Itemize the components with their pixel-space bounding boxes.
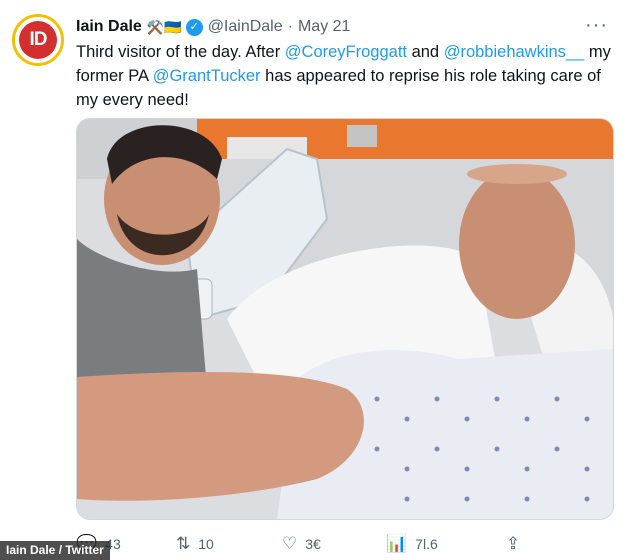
tweet-text: Third visitor of the day. After @CoreyFr… bbox=[76, 40, 616, 112]
more-options-icon[interactable]: ··· bbox=[585, 14, 608, 37]
tweet-actions: 💬 43 ⇅ 10 ♡ 3€ 📊 7l.6 ⇪ bbox=[76, 530, 616, 560]
avatar[interactable]: ID bbox=[12, 14, 64, 66]
mention-link[interactable]: @CoreyFroggatt bbox=[285, 43, 407, 61]
image-credit: Iain Dale / Twitter bbox=[0, 541, 110, 560]
author-handle[interactable]: @IainDale bbox=[208, 18, 283, 36]
views-button[interactable]: 📊 7l.6 bbox=[386, 534, 438, 554]
author-emoji: ⚒️🇺🇦 bbox=[146, 18, 182, 35]
tweet-text-segment: and bbox=[407, 43, 444, 61]
tweet-date[interactable]: May 21 bbox=[298, 18, 350, 36]
hospital-selfie-image bbox=[77, 119, 613, 519]
like-button[interactable]: ♡ 3€ bbox=[282, 534, 321, 554]
retweet-button[interactable]: ⇅ 10 bbox=[176, 534, 214, 554]
separator-dot: · bbox=[287, 18, 293, 35]
mention-link[interactable]: @GrantTucker bbox=[153, 67, 261, 85]
avatar-logo: ID bbox=[19, 21, 57, 59]
tweet-text-segment: Third visitor of the day. After bbox=[76, 43, 285, 61]
verified-badge-icon: ✓ bbox=[185, 18, 203, 36]
share-button[interactable]: ⇪ bbox=[506, 534, 528, 554]
share-icon: ⇪ bbox=[506, 534, 521, 553]
mention-link[interactable]: @robbiehawkins__ bbox=[444, 43, 585, 61]
author-name[interactable]: Iain Dale bbox=[76, 18, 142, 36]
tweet-photo[interactable] bbox=[76, 118, 614, 520]
like-count: 3€ bbox=[305, 536, 321, 552]
views-count: 7l.6 bbox=[415, 536, 438, 552]
heart-icon: ♡ bbox=[282, 534, 298, 553]
retweet-icon: ⇅ bbox=[176, 534, 191, 553]
retweet-count: 10 bbox=[198, 536, 214, 552]
tweet-header: Iain Dale ⚒️🇺🇦 ✓ @IainDale · May 21 bbox=[76, 18, 350, 36]
views-icon: 📊 bbox=[386, 534, 408, 553]
